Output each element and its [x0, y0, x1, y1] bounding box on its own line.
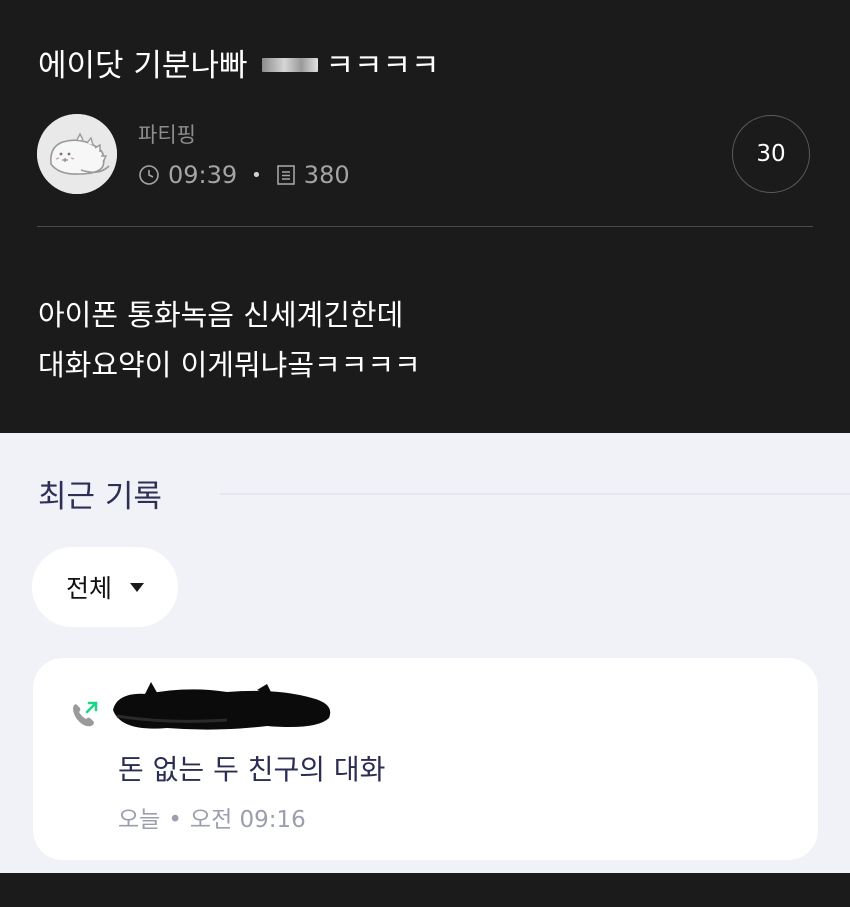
author-avatar[interactable]: [37, 114, 117, 194]
post-title-suffix: ㅋㅋㅋㅋ: [325, 48, 440, 84]
redacted-text: [261, 57, 318, 72]
post-meta: 09:39 • 380: [138, 160, 350, 190]
dinosaur-avatar-icon: [37, 114, 117, 194]
post-view: 에이닷 기분나빠 ㅋㅋㅋㅋ 파티핑 09:39 • 380 30 아이폰 통화녹…: [0, 0, 850, 433]
call-record-card[interactable]: 돈 없는 두 친구의 대화 오늘 • 오전 09:16: [33, 658, 818, 860]
post-views: 380: [303, 161, 350, 189]
comment-count-button[interactable]: 30: [732, 115, 810, 193]
section-divider: [220, 493, 850, 495]
post-body-line: 대화요약이 이게뭐냐곸ㅋㅋㅋㅋ: [38, 348, 421, 382]
call-records-screenshot: 최근 기록 전체 돈 없는 두 친구의 대화 오늘 • 오전 09:16: [0, 433, 850, 873]
post-time: 09:39: [168, 161, 238, 189]
post-body: 아이폰 통화녹음 신세계긴한데 대화요약이 이게뭐냐곸ㅋㅋㅋㅋ: [38, 290, 421, 390]
post-title: 에이닷 기분나빠 ㅋㅋㅋㅋ: [38, 44, 440, 88]
record-time: 오전 09:16: [189, 807, 306, 833]
divider: [37, 226, 813, 227]
post-body-line: 아이폰 통화녹음 신세계긴한데: [38, 298, 404, 332]
caret-down-icon: [130, 582, 144, 592]
comment-count: 30: [756, 141, 786, 167]
record-title: 돈 없는 두 친구의 대화: [118, 753, 386, 786]
author-name[interactable]: 파티핑: [138, 119, 196, 149]
meta-separator: •: [251, 164, 262, 186]
post-title-text: 에이닷 기분나빠: [38, 48, 248, 84]
filter-label: 전체: [65, 574, 112, 603]
redacted-caller-name: [113, 682, 331, 730]
clock-icon: [139, 165, 159, 185]
filter-dropdown[interactable]: 전체: [32, 547, 178, 627]
outgoing-call-icon: [73, 701, 98, 727]
section-title: 최근 기록: [38, 479, 162, 515]
record-day: 오늘: [118, 807, 161, 833]
record-meta: 오늘 • 오전 09:16: [118, 800, 306, 834]
document-icon: [276, 165, 295, 185]
record-separator: •: [168, 807, 182, 833]
